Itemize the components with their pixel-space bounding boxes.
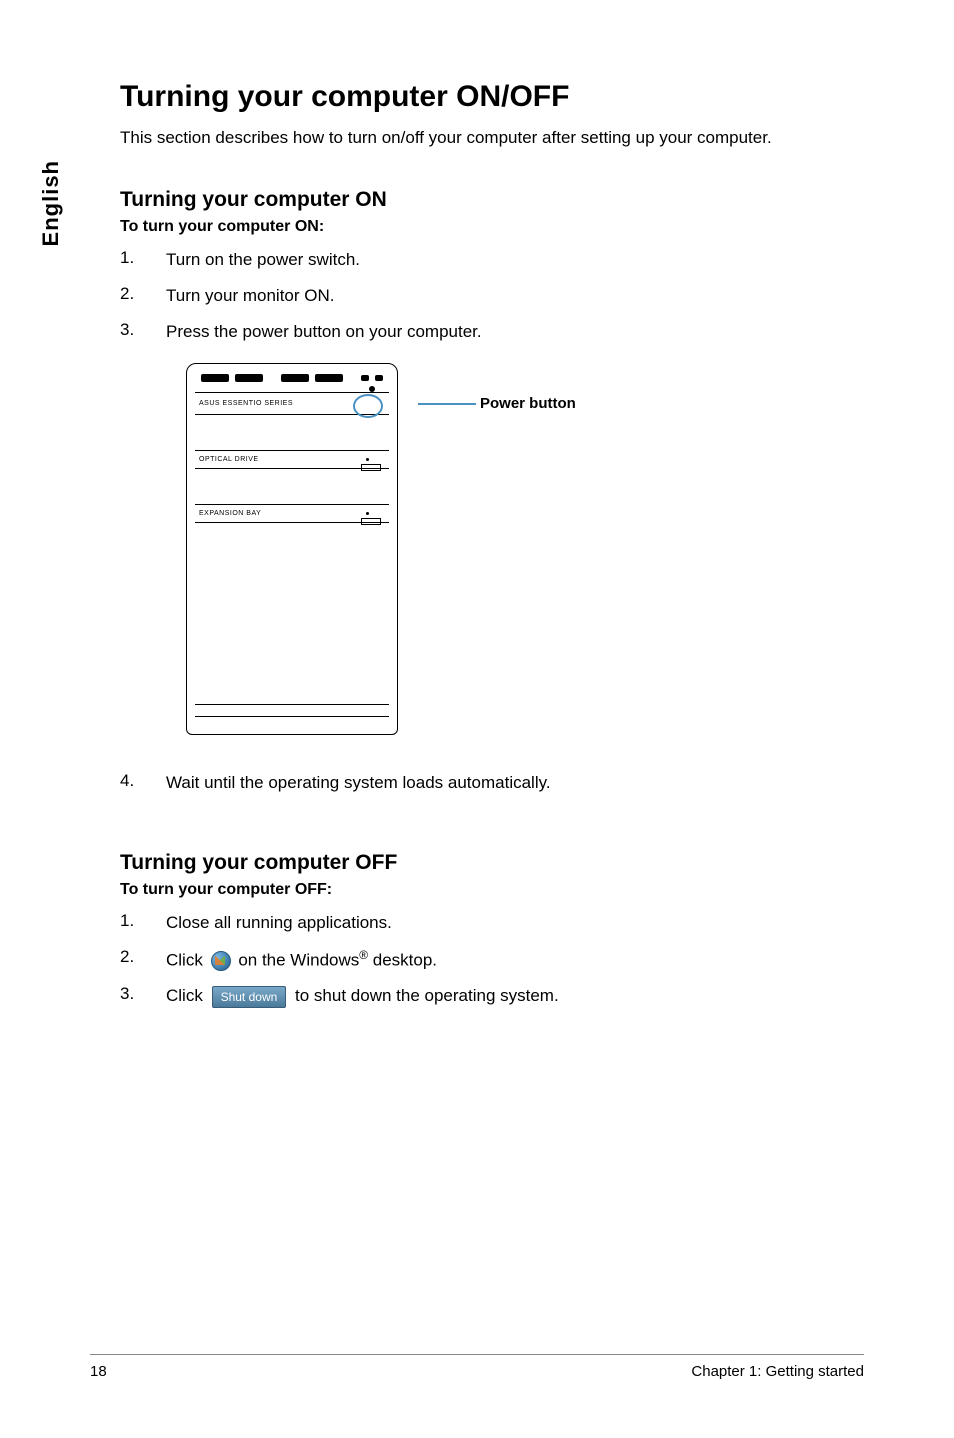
step-number: 2. [120, 284, 166, 308]
list-item: 1. Close all running applications. [120, 911, 864, 935]
case-label-expansion: EXPANSION BAY [199, 510, 261, 517]
text-fragment: to shut down the operating system. [295, 986, 559, 1005]
step-number: 3. [120, 984, 166, 1008]
case-label-optical: OPTICAL DRIVE [199, 456, 259, 463]
text-fragment: desktop. [373, 951, 437, 970]
step-text: Turn on the power switch. [166, 248, 864, 272]
shutdown-button-graphic: Shut down [212, 986, 287, 1009]
step-text: Turn your monitor ON. [166, 284, 864, 308]
case-label-brand: ASUS ESSENTIO SERIES [199, 400, 293, 407]
steps-on: 1. Turn on the power switch. 2. Turn you… [120, 248, 864, 343]
chapter-label: Chapter 1: Getting started [691, 1363, 864, 1380]
text-fragment: Click [166, 986, 203, 1005]
step-text: Click Shut down to shut down the operati… [166, 984, 864, 1008]
list-item: 4. Wait until the operating system loads… [120, 771, 864, 795]
step-number: 3. [120, 320, 166, 344]
list-item: 1. Turn on the power switch. [120, 248, 864, 272]
steps-on-cont: 4. Wait until the operating system loads… [120, 771, 864, 795]
callout-line [418, 403, 476, 405]
step-number: 2. [120, 947, 166, 972]
windows-start-icon [211, 952, 231, 970]
list-item: 3. Press the power button on your comput… [120, 320, 864, 344]
step-text: Close all running applications. [166, 911, 864, 935]
pc-case-outline: ASUS ESSENTIO SERIES OPTICAL DRIVE EXPAN… [186, 363, 398, 735]
intro-text: This section describes how to turn on/of… [120, 128, 864, 148]
subheading-off: To turn your computer OFF: [120, 881, 864, 899]
list-item: 2. Click on the Windows® desktop. [120, 947, 864, 972]
power-button-callout: Power button [480, 395, 576, 412]
step-text: Wait until the operating system loads au… [166, 771, 864, 795]
step-number: 4. [120, 771, 166, 795]
list-item: 3. Click Shut down to shut down the oper… [120, 984, 864, 1008]
list-item: 2. Turn your monitor ON. [120, 284, 864, 308]
section-heading-on: Turning your computer ON [120, 188, 864, 212]
top-vents [201, 374, 383, 382]
registered-mark: ® [359, 948, 368, 962]
steps-off: 1. Close all running applications. 2. Cl… [120, 911, 864, 1008]
subheading-on: To turn your computer ON: [120, 218, 864, 236]
page-number: 18 [90, 1363, 107, 1380]
page-footer: 18 Chapter 1: Getting started [90, 1354, 864, 1380]
section-heading-off: Turning your computer OFF [120, 851, 864, 875]
computer-figure: ASUS ESSENTIO SERIES OPTICAL DRIVE EXPAN… [166, 363, 864, 743]
text-fragment: on the Windows [238, 951, 359, 970]
language-tab: English [38, 160, 64, 246]
step-text: Press the power button on your computer. [166, 320, 864, 344]
text-fragment: Click [166, 951, 203, 970]
step-number: 1. [120, 248, 166, 272]
step-text: Click on the Windows® desktop. [166, 947, 864, 972]
step-number: 1. [120, 911, 166, 935]
page-title: Turning your computer ON/OFF [120, 80, 864, 114]
